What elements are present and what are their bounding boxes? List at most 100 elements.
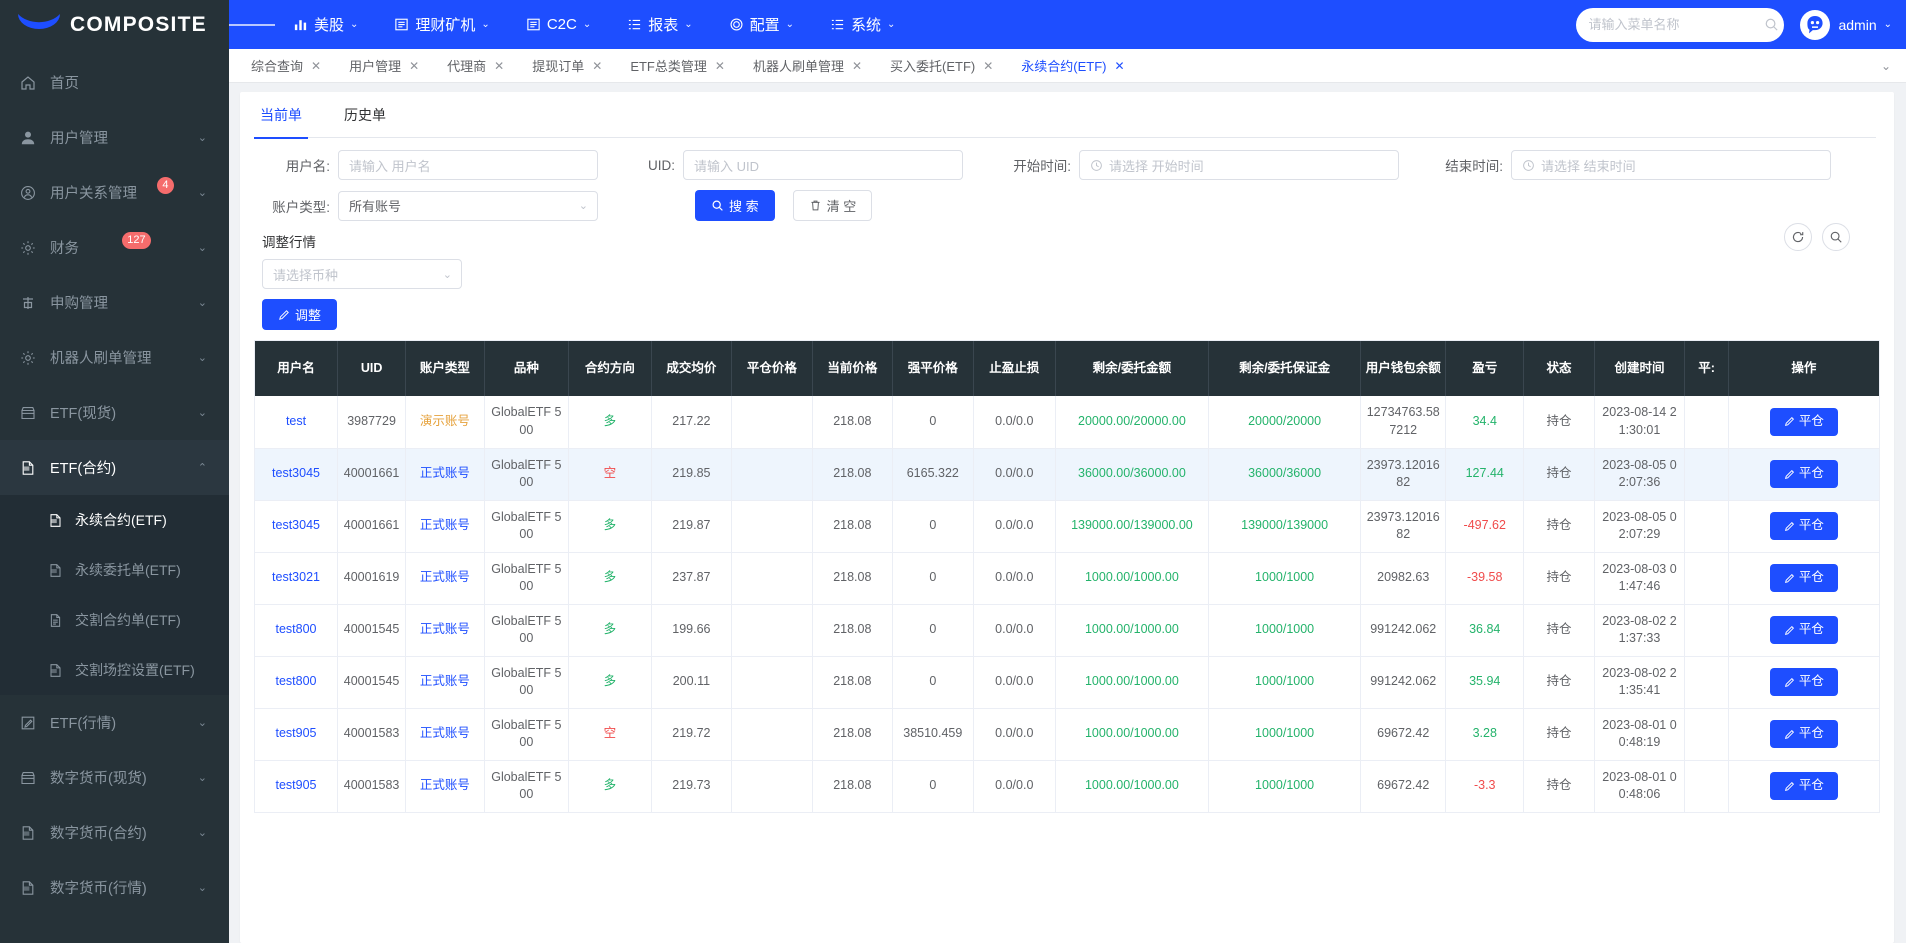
close-icon[interactable]: ✕	[852, 59, 862, 73]
topnav-item-report[interactable]: 报表 ⌄	[609, 0, 710, 49]
th-remain-amount[interactable]: 剩余/委托金额	[1055, 341, 1209, 396]
topnav-item-c2c[interactable]: C2C ⌄	[508, 0, 609, 49]
th-direction[interactable]: 合约方向	[568, 341, 652, 396]
tab-comprehensive-query[interactable]: 综合查询 ✕	[237, 49, 335, 83]
sidebar-item-etf-market[interactable]: ETF(行情) ⌄	[0, 695, 229, 750]
close-position-button[interactable]: 平仓	[1769, 407, 1838, 436]
cell-username[interactable]: test905	[255, 760, 339, 813]
adjust-button[interactable]: 调整	[262, 299, 338, 330]
sidebar-item-user-management[interactable]: 用户管理 ⌄	[0, 110, 229, 165]
th-variety[interactable]: 品种	[484, 341, 570, 396]
tab-perpetual-contract-etf[interactable]: 永续合约(ETF) ✕	[1007, 49, 1138, 83]
cell-account-type[interactable]: 正式账号	[405, 604, 485, 657]
topnav-item-usstock[interactable]: 美股 ⌄	[275, 0, 376, 49]
cell-operation[interactable]: 平仓	[1728, 760, 1879, 813]
tab-user-management[interactable]: 用户管理 ✕	[335, 49, 433, 83]
sidebar-subitem-delivery-order[interactable]: 交割合约单(ETF)	[0, 595, 229, 645]
table-row[interactable]: test 3987729 演示账号 GlobalETF 500 多 217.22 218.0…	[255, 396, 1879, 449]
sidebar-item-user-relation[interactable]: 用户关系管理 4 ⌄	[0, 165, 229, 220]
sidebar-item-home[interactable]: 首页	[0, 55, 229, 110]
th-operation[interactable]: 操作	[1728, 341, 1879, 396]
inner-tab-history-orders[interactable]: 历史单	[342, 92, 388, 138]
cell-operation[interactable]: 平仓	[1728, 500, 1879, 553]
hamburger-icon[interactable]	[229, 0, 275, 49]
cell-account-type[interactable]: 演示账号	[405, 396, 485, 449]
close-icon[interactable]: ✕	[494, 59, 504, 73]
clear-button[interactable]: 清 空	[792, 190, 873, 221]
cell-username[interactable]: test3021	[255, 552, 339, 605]
sidebar-subitem-perpetual-contract[interactable]: 永续合约(ETF)	[0, 495, 229, 545]
tab-withdraw-orders[interactable]: 提现订单 ✕	[518, 49, 616, 83]
cell-account-type[interactable]: 正式账号	[405, 656, 485, 709]
th-account-type[interactable]: 账户类型	[405, 341, 485, 396]
topnav-item-system[interactable]: 系统 ⌄	[812, 0, 913, 49]
cell-operation[interactable]: 平仓	[1728, 552, 1879, 605]
th-liq-price[interactable]: 强平价格	[892, 341, 974, 396]
username-input[interactable]: 请输入 用户名	[338, 150, 598, 180]
search-button[interactable]: 搜 索	[695, 190, 775, 221]
tab-robot-order[interactable]: 机器人刷单管理 ✕	[739, 49, 876, 83]
th-avg-price[interactable]: 成交均价	[651, 341, 733, 396]
start-time-input[interactable]: 请选择 开始时间	[1079, 150, 1399, 180]
table-row[interactable]: test3045 40001661 正式账号 GlobalETF 500 多 219.87…	[255, 500, 1879, 553]
sidebar-item-crypto-market[interactable]: 数字货币(行情) ⌄	[0, 860, 229, 915]
sidebar-item-crypto-spot[interactable]: 数字货币(现货) ⌄	[0, 750, 229, 805]
close-icon[interactable]: ✕	[715, 59, 725, 73]
th-uid[interactable]: UID	[337, 341, 407, 396]
cell-username[interactable]: test	[255, 396, 339, 449]
th-pnl[interactable]: 盈亏	[1445, 341, 1525, 396]
table-row[interactable]: test905 40001583 正式账号 GlobalETF 500 多 219.73 2…	[255, 760, 1879, 813]
table-row[interactable]: test800 40001545 正式账号 GlobalETF 500 多 199.66 2…	[255, 604, 1879, 657]
close-icon[interactable]: ✕	[409, 59, 419, 73]
cell-username[interactable]: test800	[255, 604, 339, 657]
inner-tab-current-orders[interactable]: 当前单	[254, 92, 308, 139]
cell-username[interactable]: test800	[255, 656, 339, 709]
coin-select[interactable]: 请选择币种 ⌄	[262, 259, 462, 289]
tab-buy-entrust-etf[interactable]: 买入委托(ETF) ✕	[876, 49, 1007, 83]
th-flat[interactable]: 平:	[1684, 341, 1729, 396]
cell-account-type[interactable]: 正式账号	[405, 500, 485, 553]
orders-table-wrap[interactable]: 用户名 UID 账户类型 品种 合约方向 成交均价 平仓价格 当前价格 强平价格…	[254, 340, 1880, 813]
th-status[interactable]: 状态	[1523, 341, 1595, 396]
sidebar-item-etf-contract[interactable]: ETF(合约) ⌃	[0, 440, 229, 495]
brand[interactable]: COMPOSITE	[0, 0, 229, 49]
sidebar-item-crypto-contract[interactable]: 数字货币(合约) ⌄	[0, 805, 229, 860]
cell-operation[interactable]: 平仓	[1728, 656, 1879, 709]
topnav-item-config[interactable]: 配置 ⌄	[711, 0, 812, 49]
cell-account-type[interactable]: 正式账号	[405, 552, 485, 605]
tab-etf-category[interactable]: ETF总类管理 ✕	[616, 49, 739, 83]
sidebar-subitem-delivery-control[interactable]: 交割场控设置(ETF)	[0, 645, 229, 695]
cell-username[interactable]: test3045	[255, 448, 339, 501]
table-row[interactable]: test905 40001583 正式账号 GlobalETF 500 空 219.72 2…	[255, 708, 1879, 761]
chevron-down-icon[interactable]: ⌄	[1866, 59, 1906, 73]
sidebar-subitem-perpetual-order[interactable]: 永续委托单(ETF)	[0, 545, 229, 595]
cell-operation[interactable]: 平仓	[1728, 604, 1879, 657]
user-menu[interactable]: admin ⌄	[1800, 9, 1892, 40]
th-username[interactable]: 用户名	[255, 341, 339, 396]
sidebar-item-robot-order[interactable]: 机器人刷单管理 ⌄	[0, 330, 229, 385]
table-row[interactable]: test800 40001545 正式账号 GlobalETF 500 多 200.11 2…	[255, 656, 1879, 709]
account-type-select[interactable]: 所有账号 ⌄	[338, 190, 598, 221]
cell-username[interactable]: test905	[255, 708, 339, 761]
table-row[interactable]: test3021 40001619 正式账号 GlobalETF 500 多 237.87…	[255, 552, 1879, 605]
tab-agent[interactable]: 代理商 ✕	[433, 49, 518, 83]
th-remain-margin[interactable]: 剩余/委托保证金	[1208, 341, 1362, 396]
sidebar-item-subscription[interactable]: 申购管理 ⌄	[0, 275, 229, 330]
close-icon[interactable]: ✕	[311, 59, 321, 73]
sidebar-item-finance[interactable]: 财务 127 ⌄	[0, 220, 229, 275]
cell-operation[interactable]: 平仓	[1728, 448, 1879, 501]
cell-username[interactable]: test3045	[255, 500, 339, 553]
table-row[interactable]: test3045 40001661 正式账号 GlobalETF 500 空 219.85…	[255, 448, 1879, 501]
refresh-icon[interactable]	[1784, 223, 1812, 251]
topnav-item-wealth-mining[interactable]: 理财矿机 ⌄	[376, 0, 507, 49]
menu-search[interactable]	[1576, 7, 1785, 42]
close-icon[interactable]: ✕	[1115, 59, 1125, 73]
th-close-price[interactable]: 平仓价格	[731, 341, 813, 396]
end-time-input[interactable]: 请选择 结束时间	[1511, 150, 1831, 180]
search-circle-icon[interactable]	[1822, 223, 1850, 251]
close-icon[interactable]: ✕	[592, 59, 602, 73]
th-created-time[interactable]: 创建时间	[1594, 341, 1686, 396]
th-tp-sl[interactable]: 止盈止损	[973, 341, 1057, 396]
cell-operation[interactable]: 平仓	[1728, 708, 1879, 761]
th-current-price[interactable]: 当前价格	[812, 341, 894, 396]
